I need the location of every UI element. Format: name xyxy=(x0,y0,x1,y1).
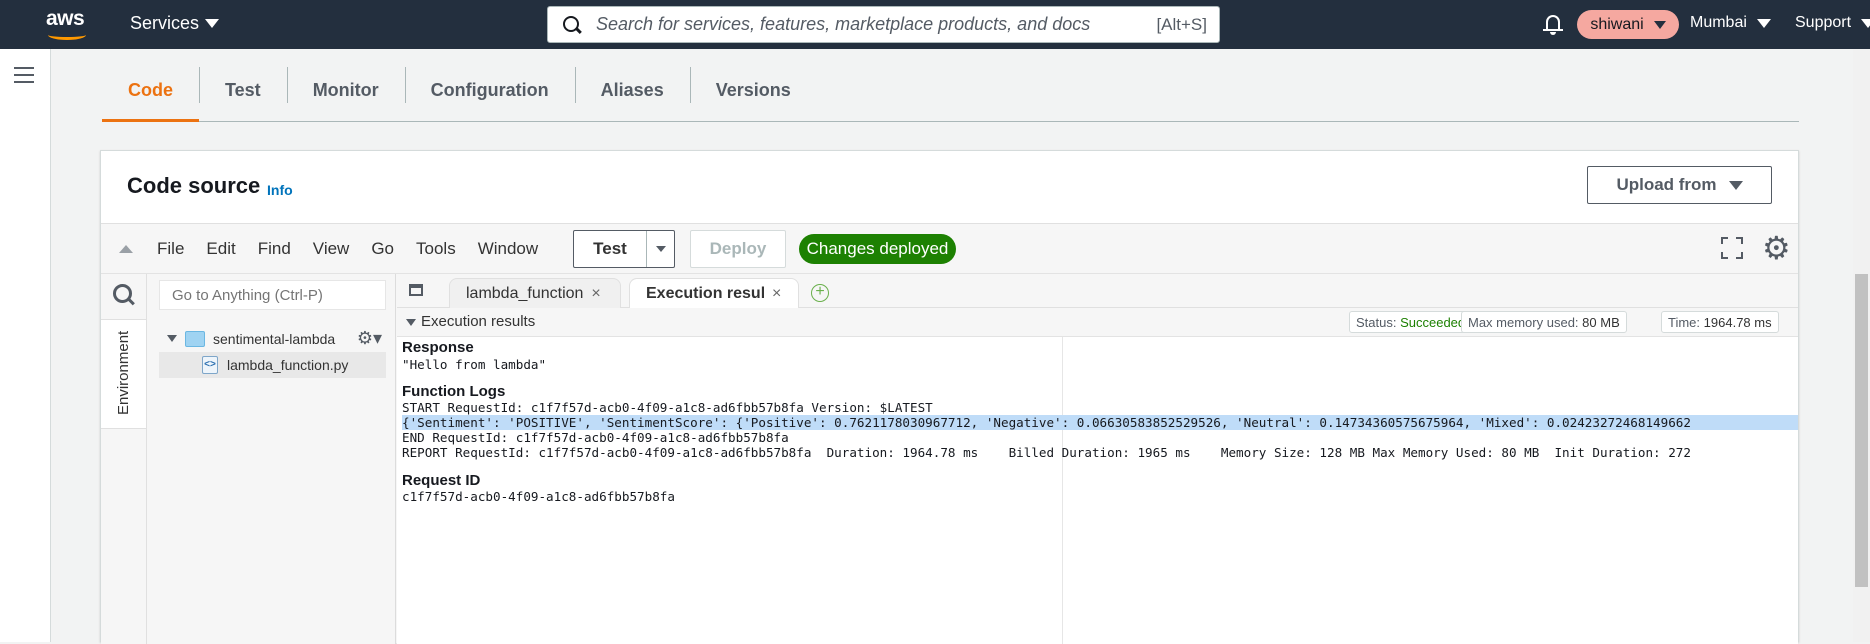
execution-results-title: Execution results xyxy=(421,313,536,330)
menu-view[interactable]: View xyxy=(313,239,350,259)
file-name: lambda_function.py xyxy=(227,357,349,373)
code-source-panel: Code source Info Upload from File Edit F… xyxy=(100,150,1799,644)
editor-tab-label: lambda_function xyxy=(466,284,584,302)
region-selector[interactable]: Mumbai xyxy=(1690,14,1771,32)
search-icon[interactable] xyxy=(113,284,135,306)
request-id-heading: Request ID xyxy=(402,472,481,489)
response-value: "Hello from lambda" xyxy=(402,357,547,372)
goto-anything-input[interactable] xyxy=(159,280,386,310)
search-shortcut-hint: [Alt+S] xyxy=(1156,14,1207,34)
notifications-bell-icon[interactable] xyxy=(1543,13,1563,35)
collapse-menu-icon[interactable] xyxy=(119,245,133,253)
test-split-button: Test xyxy=(573,230,675,268)
panel-title: Code source xyxy=(127,173,261,198)
tab-configuration[interactable]: Configuration xyxy=(404,59,575,121)
time-pill: Time: 1964.78 ms xyxy=(1661,311,1779,333)
status-badge: Changes deployed xyxy=(799,234,956,264)
environment-tab[interactable]: Environment xyxy=(101,319,146,429)
editor-area: lambda_function × Execution results × + … xyxy=(397,274,1798,644)
environment-sidebar: Environment xyxy=(101,274,147,644)
menu-edit[interactable]: Edit xyxy=(206,239,235,259)
search-icon xyxy=(562,15,582,35)
top-navigation-bar: aws Services [Alt+S] shiwani Mumbai Supp… xyxy=(0,0,1870,49)
info-link[interactable]: Info xyxy=(267,182,293,198)
account-menu-button[interactable]: shiwani xyxy=(1577,10,1679,39)
execution-results-header: Execution results Status: Succeeded Max … xyxy=(397,308,1798,337)
function-logs-heading: Function Logs xyxy=(402,383,506,400)
aws-logo-text: aws xyxy=(46,7,85,30)
support-label: Support xyxy=(1795,14,1852,31)
upload-from-button[interactable]: Upload from xyxy=(1587,166,1772,204)
aws-logo[interactable]: aws xyxy=(46,8,88,42)
code-editor-ide: File Edit Find View Go Tools Window Test… xyxy=(101,223,1798,644)
folder-settings-gear-icon[interactable]: ⚙▾ xyxy=(357,328,382,349)
ide-menubar: File Edit Find View Go Tools Window Test… xyxy=(101,224,1798,274)
tree-folder[interactable]: sentimental-lambda ⚙▾ xyxy=(167,328,382,349)
scrollbar-thumb[interactable] xyxy=(1855,274,1868,587)
page-scrollbar[interactable] xyxy=(1853,49,1870,642)
global-search[interactable]: [Alt+S] xyxy=(547,6,1220,43)
menu-tools[interactable]: Tools xyxy=(416,239,456,259)
folder-icon xyxy=(185,330,205,347)
test-button[interactable]: Test xyxy=(574,239,646,259)
python-file-icon: <> xyxy=(202,356,218,374)
response-heading: Response xyxy=(402,339,474,356)
support-menu-button[interactable]: Support xyxy=(1795,14,1870,32)
aws-smile-icon xyxy=(48,30,86,40)
deploy-button[interactable]: Deploy xyxy=(690,230,786,268)
region-label: Mumbai xyxy=(1690,14,1747,31)
fullscreen-icon[interactable] xyxy=(1721,237,1743,259)
close-icon[interactable]: × xyxy=(591,285,600,303)
new-tab-plus-icon[interactable]: + xyxy=(811,284,829,302)
tab-test[interactable]: Test xyxy=(199,59,287,121)
services-label: Services xyxy=(130,13,200,33)
tree-file[interactable]: <> lambda_function.py xyxy=(159,352,386,378)
expand-triangle-icon[interactable] xyxy=(167,335,177,342)
caret-down-icon xyxy=(655,246,666,252)
hamburger-menu-icon[interactable] xyxy=(14,67,34,88)
side-navigation-rail xyxy=(0,49,51,642)
editor-tab-label: Execution results xyxy=(646,284,764,302)
menu-go[interactable]: Go xyxy=(371,239,394,259)
tab-monitor[interactable]: Monitor xyxy=(286,59,405,121)
caret-down-icon xyxy=(1861,18,1870,28)
tab-versions[interactable]: Versions xyxy=(689,59,817,121)
menu-find[interactable]: Find xyxy=(258,239,291,259)
execution-output[interactable]: Response "Hello from lambda" Function Lo… xyxy=(397,337,1798,644)
settings-gear-icon[interactable]: ⚙ xyxy=(1762,232,1794,264)
log-line: END RequestId: c1f7f57d-acb0-4f09-a1c8-a… xyxy=(402,430,789,445)
tab-code[interactable]: Code xyxy=(102,59,199,122)
caret-down-icon xyxy=(1653,20,1666,29)
request-id-value: c1f7f57d-acb0-4f09-a1c8-ad6fbb57b8fa xyxy=(402,489,675,504)
status-pill: Status: Succeeded xyxy=(1349,311,1473,333)
global-search-input[interactable] xyxy=(596,14,1157,35)
editor-tabstrip: lambda_function × Execution results × + xyxy=(397,274,1798,308)
menu-file[interactable]: File xyxy=(157,239,184,259)
services-menu-button[interactable]: Services xyxy=(130,13,220,34)
caret-down-icon xyxy=(1756,18,1771,28)
close-icon[interactable]: × xyxy=(772,285,781,303)
tab-menu-icon[interactable] xyxy=(409,284,423,296)
upload-from-label: Upload from xyxy=(1616,175,1717,194)
caret-down-icon xyxy=(1728,180,1743,190)
editor-tab-execution-results[interactable]: Execution results × xyxy=(629,278,799,308)
max-memory-pill: Max memory used: 80 MB xyxy=(1461,311,1627,333)
tab-aliases[interactable]: Aliases xyxy=(574,59,690,121)
caret-down-icon xyxy=(205,19,220,28)
folder-name: sentimental-lambda xyxy=(213,330,336,347)
editor-tab-lambda-function[interactable]: lambda_function × xyxy=(449,278,621,308)
log-line-selected: {'Sentiment': 'POSITIVE', 'SentimentScor… xyxy=(402,415,1798,430)
function-tabs: Code Test Monitor Configuration Aliases … xyxy=(102,59,1799,122)
collapse-triangle-icon[interactable] xyxy=(406,319,416,326)
log-line: REPORT RequestId: c1f7f57d-acb0-4f09-a1c… xyxy=(402,445,1691,460)
test-dropdown-button[interactable] xyxy=(647,246,674,252)
log-line: START RequestId: c1f7f57d-acb0-4f09-a1c8… xyxy=(402,400,933,415)
file-tree: sentimental-lambda ⚙▾ <> lambda_function… xyxy=(147,274,396,644)
account-name: shiwani xyxy=(1590,15,1644,33)
ide-menu: File Edit Find View Go Tools Window xyxy=(157,239,560,259)
environment-label: Environment xyxy=(115,330,132,415)
menu-window[interactable]: Window xyxy=(478,239,538,259)
